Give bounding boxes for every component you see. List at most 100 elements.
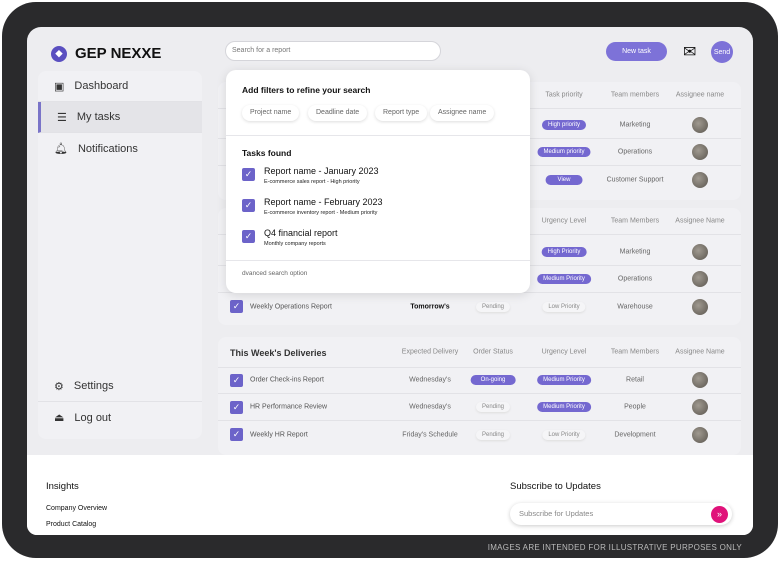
sidebar-item-settings[interactable]: ⚙ Settings xyxy=(38,371,202,402)
filter-chip[interactable]: Project name xyxy=(242,105,299,121)
subscribe-arrow-icon[interactable]: » xyxy=(711,506,728,523)
status-badge: Pending xyxy=(475,301,511,312)
disclaimer-caption: IMAGES ARE INTENDED FOR ILLUSTRATIVE PUR… xyxy=(487,543,742,552)
filter-chip[interactable]: Assignee name xyxy=(430,105,494,121)
col-header: Urgency Level xyxy=(541,217,587,225)
urgency-badge: Low Priority xyxy=(542,301,586,312)
team: People xyxy=(624,403,646,411)
urgency-badge: Medium Priority xyxy=(537,375,591,385)
team: Retail xyxy=(626,376,644,384)
team: Marketing xyxy=(619,121,651,129)
team: Customer Support xyxy=(606,176,664,183)
table-row[interactable]: ✓ Weekly HR Report Friday's Schedule Pendin… xyxy=(218,421,741,448)
team: Warehouse xyxy=(617,303,653,310)
screen: ◆ GEP NEXXE ▣ Dashboard ☰ My tasks 🔔︎ Notifi… xyxy=(27,27,753,535)
sidebar-item-my-tasks[interactable]: ☰ My tasks xyxy=(38,102,202,133)
search-input[interactable]: Search for a report xyxy=(225,41,441,61)
col-header: Assignee Name xyxy=(675,217,725,225)
tasks-found-title: Tasks found xyxy=(242,148,292,158)
priority-badge: High priority xyxy=(541,120,587,130)
avatar xyxy=(692,298,708,315)
col-header: Expected Delivery xyxy=(401,348,459,356)
col-header: Team Members xyxy=(610,348,660,356)
subscribe-input[interactable]: Subscribe for Updates xyxy=(510,503,732,525)
task-title: Report name - January 2023 xyxy=(264,166,379,176)
col-header: Order Status xyxy=(473,348,513,356)
col-header: Team members xyxy=(610,91,660,99)
col-header: Assignee name xyxy=(675,91,725,99)
gear-icon: ⚙ xyxy=(54,380,64,393)
checkbox[interactable]: ✓ xyxy=(242,199,255,212)
task-subtitle: E-commerce sales report - High priority xyxy=(264,179,360,185)
popup-title: Add filters to refine your search xyxy=(242,85,371,95)
tasks-icon: ☰ xyxy=(57,111,67,124)
checkbox[interactable]: ✓ xyxy=(242,230,255,243)
footer-link[interactable]: Company Overview xyxy=(46,505,107,512)
send-button[interactable]: Send xyxy=(711,41,733,63)
mail-icon[interactable]: ✉ xyxy=(683,42,696,62)
priority-badge: Medium priority xyxy=(537,147,591,157)
filter-chip[interactable]: Report type xyxy=(375,105,427,121)
checkbox[interactable]: ✓ xyxy=(230,401,243,414)
checkbox[interactable]: ✓ xyxy=(230,300,243,313)
team: Development xyxy=(614,431,656,438)
subscribe-heading: Subscribe to Updates xyxy=(510,481,601,492)
sidebar: ▣ Dashboard ☰ My tasks 🔔︎ Notifications ⚙ Se… xyxy=(38,71,202,439)
status-badge: Pending xyxy=(475,402,511,412)
avatar xyxy=(692,426,708,443)
date: Tomorrow's xyxy=(410,303,450,310)
avatar xyxy=(692,372,708,388)
logo-text: GEP NEXXE xyxy=(75,45,162,62)
team: Operations xyxy=(617,148,653,156)
report-name: Weekly Operations Report xyxy=(250,303,332,310)
avatar xyxy=(692,271,708,287)
advanced-search-link[interactable]: dvanced search option xyxy=(242,270,307,277)
table-header: This Week's Deliveries Expected Delivery O… xyxy=(218,337,741,368)
urgency-badge: Medium Priority xyxy=(537,274,591,284)
logo: ◆ GEP NEXXE xyxy=(51,45,161,62)
team: Marketing xyxy=(619,248,651,256)
col-header: Urgency Level xyxy=(541,348,587,356)
nav-label: Settings xyxy=(73,380,114,392)
divider xyxy=(226,135,530,136)
avatar xyxy=(692,171,708,188)
date: Wednesday's xyxy=(409,376,451,384)
date: Friday's Schedule xyxy=(402,431,458,438)
team: Operations xyxy=(617,275,653,283)
sidebar-item-dashboard[interactable]: ▣ Dashboard xyxy=(38,71,202,102)
search-filter-popup: Add filters to refine your search Projec… xyxy=(226,70,530,293)
logo-icon: ◆ xyxy=(51,45,67,62)
footer-link[interactable]: Product Catalog xyxy=(46,521,96,528)
status-badge: Pending xyxy=(475,429,511,440)
table-row[interactable]: ✓ Order Check-ins Report Wednesday's On-goi… xyxy=(218,367,741,394)
view-button[interactable]: View xyxy=(545,174,583,185)
filter-chip[interactable]: Deadline date xyxy=(308,105,367,121)
report-name: Weekly HR Report xyxy=(250,431,308,438)
report-name: Order Check-ins Report xyxy=(250,376,324,384)
table-row[interactable]: ✓ HR Performance Review Wednesday's Pending… xyxy=(218,394,741,421)
sidebar-item-logout[interactable]: ⏏ Log out xyxy=(38,402,202,433)
deliveries-table: This Week's Deliveries Expected Delivery O… xyxy=(218,337,741,455)
nav-label: Dashboard xyxy=(74,80,129,92)
task-title: Q4 financial report xyxy=(264,228,338,238)
avatar xyxy=(692,244,708,260)
checkbox[interactable]: ✓ xyxy=(230,374,243,387)
report-name: HR Performance Review xyxy=(250,403,328,411)
insights-heading: Insights xyxy=(46,481,79,492)
bell-icon: 🔔︎ xyxy=(54,143,68,155)
nav-label: Log out xyxy=(74,411,112,424)
task-title: Report name - February 2023 xyxy=(264,197,383,207)
col-header: Task priority xyxy=(545,91,583,99)
col-header: Team Members xyxy=(610,217,660,225)
checkbox[interactable]: ✓ xyxy=(242,168,255,181)
status-badge: On-going xyxy=(470,375,516,385)
task-subtitle: E-commerce inventory report - Medium pri… xyxy=(264,210,378,216)
checkbox[interactable]: ✓ xyxy=(230,428,243,441)
avatar xyxy=(692,399,708,415)
dashboard-icon: ▣ xyxy=(54,80,65,93)
sidebar-item-notifications[interactable]: 🔔︎ Notifications xyxy=(38,133,202,164)
table-row[interactable]: ✓ Weekly Operations Report Tomorrow's Pendi… xyxy=(218,293,741,320)
new-task-button[interactable]: New task xyxy=(606,42,667,61)
nav-label: Notifications xyxy=(77,142,138,155)
urgency-badge: High Priority xyxy=(541,247,587,257)
